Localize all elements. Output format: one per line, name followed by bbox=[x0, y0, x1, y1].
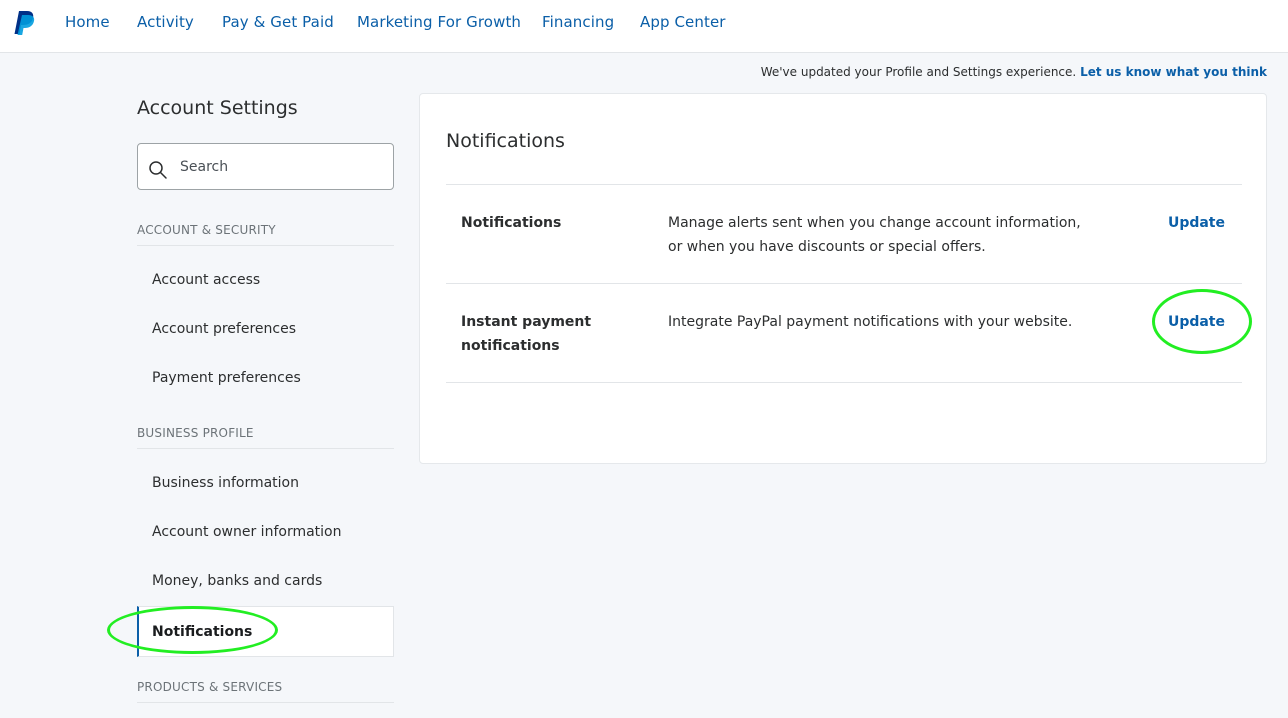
nav-marketing-for-growth[interactable]: Marketing For Growth bbox=[357, 13, 521, 31]
row-label-notifications: Notifications bbox=[461, 215, 562, 231]
section-divider bbox=[137, 245, 394, 246]
nav-home[interactable]: Home bbox=[65, 13, 110, 31]
section-label-business-profile: BUSINESS PROFILE bbox=[137, 426, 254, 440]
update-ipn-button[interactable]: Update bbox=[1168, 310, 1225, 334]
top-navigation: Home Activity Pay & Get Paid Marketing F… bbox=[0, 0, 1288, 53]
nav-activity[interactable]: Activity bbox=[137, 13, 194, 31]
sidebar-item-money-banks-cards[interactable]: Money, banks and cards bbox=[152, 573, 322, 589]
row-label-instant-payment-notifications: Instant payment notifications bbox=[461, 314, 592, 354]
search-box[interactable] bbox=[137, 143, 394, 190]
row-description-notifications: Manage alerts sent when you change accou… bbox=[668, 215, 1081, 255]
update-notifications-button[interactable]: Update bbox=[1168, 211, 1225, 235]
section-label-account-security: ACCOUNT & SECURITY bbox=[137, 223, 276, 237]
sidebar-title: Account Settings bbox=[137, 97, 298, 119]
sidebar-item-business-information[interactable]: Business information bbox=[152, 475, 299, 491]
page-title: Notifications bbox=[446, 130, 565, 152]
notice-text: We've updated your Profile and Settings … bbox=[760, 65, 1077, 79]
section-divider bbox=[137, 702, 394, 703]
search-icon bbox=[149, 161, 167, 179]
nav-financing[interactable]: Financing bbox=[542, 13, 614, 31]
sidebar-item-account-preferences[interactable]: Account preferences bbox=[152, 321, 296, 337]
sidebar-item-label: Notifications bbox=[152, 624, 253, 640]
nav-app-center[interactable]: App Center bbox=[640, 13, 726, 31]
search-input[interactable] bbox=[180, 144, 385, 189]
paypal-logo-icon[interactable] bbox=[12, 10, 36, 36]
settings-update-notice: We've updated your Profile and Settings … bbox=[761, 65, 1267, 79]
sidebar-item-payment-preferences[interactable]: Payment preferences bbox=[152, 370, 301, 386]
row-description-instant-payment-notifications: Integrate PayPal payment notifications w… bbox=[668, 314, 1073, 330]
row-divider bbox=[446, 382, 1242, 383]
feedback-link[interactable]: Let us know what you think bbox=[1080, 65, 1267, 79]
sidebar-item-account-owner-information[interactable]: Account owner information bbox=[152, 524, 342, 540]
nav-pay-get-paid[interactable]: Pay & Get Paid bbox=[222, 13, 334, 31]
row-divider bbox=[446, 184, 1242, 185]
sidebar-item-notifications[interactable]: Notifications bbox=[137, 606, 394, 657]
section-label-products-services: PRODUCTS & SERVICES bbox=[137, 680, 283, 694]
section-divider bbox=[137, 448, 394, 449]
sidebar-item-account-access[interactable]: Account access bbox=[152, 272, 260, 288]
row-divider bbox=[446, 283, 1242, 284]
notifications-card: Notifications Notifications Manage alert… bbox=[419, 93, 1267, 464]
